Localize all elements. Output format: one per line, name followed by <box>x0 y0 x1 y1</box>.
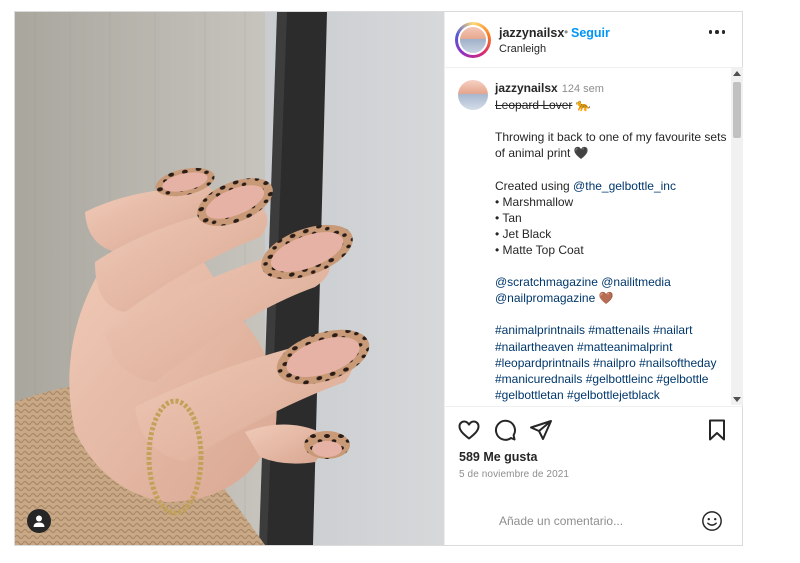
list-item: • Jet Black <box>495 226 552 241</box>
post-side-panel: jazzynailsx • Seguir Cranleigh jazzynail… <box>444 12 743 545</box>
scroll-thumb[interactable] <box>733 82 741 138</box>
caption-line1: Throwing it back to one of my favourite … <box>495 130 730 161</box>
share-icon[interactable] <box>529 418 553 442</box>
add-comment-bar <box>445 497 743 545</box>
comment-icon[interactable] <box>493 418 517 442</box>
nail-art-photo <box>15 12 444 545</box>
instagram-post: jazzynailsx • Seguir Cranleigh jazzynail… <box>14 11 743 546</box>
scroll-up-arrow[interactable] <box>733 71 741 76</box>
header-username[interactable]: jazzynailsx <box>499 26 564 40</box>
emoji-icon[interactable] <box>701 510 723 532</box>
post-actions: 589 Me gusta 5 de noviembre de 2021 <box>445 406 743 546</box>
bookmark-icon[interactable] <box>705 418 729 442</box>
post-header: jazzynailsx • Seguir Cranleigh <box>445 12 743 68</box>
list-item: • Matte Top Coat <box>495 242 584 257</box>
caption-area: jazzynailsx 124 sem Leopard Lover 🐆 Throw… <box>445 68 743 405</box>
caption-text: jazzynailsx 124 sem Leopard Lover 🐆 Throw… <box>495 80 727 405</box>
follow-button[interactable]: Seguir <box>571 26 610 40</box>
scrollbar[interactable] <box>731 68 743 405</box>
list-item: • Marshmallow <box>495 194 574 209</box>
caption-title: Leopard Lover <box>495 98 573 113</box>
header-separator: • <box>564 25 569 39</box>
caption-username[interactable]: jazzynailsx <box>495 81 558 95</box>
brown-heart-emoji: 🤎 <box>598 291 614 306</box>
comment-input[interactable] <box>497 510 691 532</box>
created-prefix: Created using <box>495 178 574 193</box>
user-tag-icon[interactable] <box>27 509 51 533</box>
story-ring[interactable] <box>455 22 491 58</box>
avatar[interactable] <box>458 25 488 55</box>
likes-count[interactable]: 589 Me gusta <box>459 450 538 464</box>
mentions[interactable]: @scratchmagazine @nailitmedia @nailproma… <box>495 275 674 305</box>
caption-avatar[interactable] <box>458 80 488 110</box>
post-date[interactable]: 5 de noviembre de 2021 <box>459 469 569 480</box>
heart-icon[interactable] <box>457 418 481 442</box>
list-item: • Tan <box>495 210 522 225</box>
caption-time[interactable]: 124 sem <box>562 83 604 95</box>
scroll-down-arrow[interactable] <box>733 397 741 402</box>
hashtags[interactable]: #animalprintnails #mattenails #nailart #… <box>495 323 720 405</box>
leopard-emoji: 🐆 <box>575 98 591 113</box>
more-horizontal-icon[interactable] <box>708 30 725 34</box>
location-link[interactable]: Cranleigh <box>499 43 546 55</box>
post-photo[interactable] <box>15 12 444 545</box>
mention-gelbottle[interactable]: @the_gelbottle_inc <box>573 179 676 193</box>
